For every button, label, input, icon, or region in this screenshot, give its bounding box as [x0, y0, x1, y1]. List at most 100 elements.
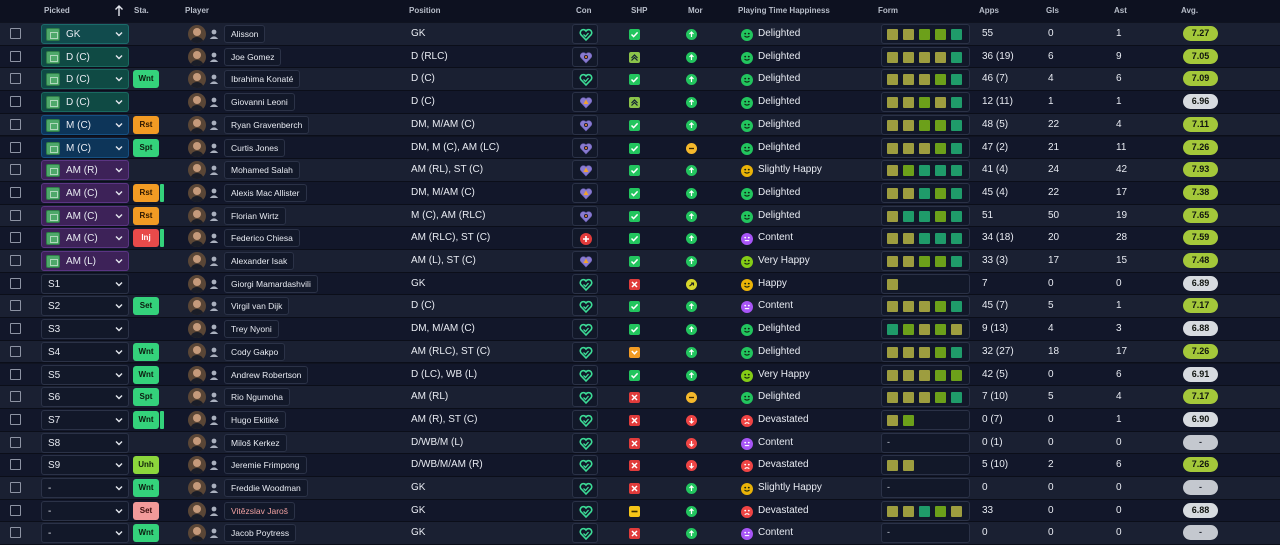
picked-dropdown[interactable]: S9 — [41, 455, 129, 476]
status-badge[interactable]: Wnt — [133, 342, 159, 361]
avatar[interactable] — [188, 93, 206, 112]
avatar[interactable] — [188, 479, 206, 497]
player-info-icon[interactable] — [208, 164, 220, 176]
status-badge[interactable]: Wnt — [133, 479, 159, 497]
table-row[interactable]: S6 Spt Rio Ngumoha AM (RL) Delighted 7 (10) 5 4… — [0, 386, 1280, 409]
select-checkbox[interactable] — [10, 391, 21, 403]
player-name[interactable]: Hugo Ekitiké — [224, 410, 286, 429]
player-name[interactable]: Florian Wirtz — [224, 206, 286, 225]
form-cell[interactable] — [881, 228, 970, 249]
table-row[interactable]: S7 Wnt Hugo Ekitiké AM (R), ST (C) Devastate… — [0, 408, 1280, 432]
table-row[interactable]: M (C) Spt Curtis Jones DM, M (C), AM (LC) De… — [0, 136, 1280, 160]
select-checkbox[interactable] — [10, 323, 21, 335]
select-checkbox[interactable] — [10, 141, 21, 153]
avatar[interactable] — [188, 183, 206, 202]
player-info-icon[interactable] — [208, 482, 220, 494]
table-row[interactable]: S9 Unh Jeremie Frimpong D/WB/M/AM (R) Devast… — [0, 454, 1280, 477]
condition-cell[interactable] — [572, 500, 598, 521]
avatar[interactable] — [188, 161, 206, 180]
condition-cell[interactable] — [572, 24, 598, 44]
avatar[interactable] — [188, 25, 206, 43]
select-checkbox[interactable] — [10, 73, 21, 85]
table-row[interactable]: AM (R) Mohamed Salah AM (RL), ST (C) Slight… — [0, 159, 1280, 182]
table-row[interactable]: S2 Set Virgil van Dijk D (C) Content 45 (7) 5 1… — [0, 295, 1280, 319]
player-name[interactable]: Giovanni Leoni — [224, 93, 295, 112]
status-badge[interactable]: Unh — [133, 456, 159, 475]
table-row[interactable]: S4 Wnt Cody Gakpo AM (RLC), ST (C) Delighted… — [0, 340, 1280, 364]
avatar[interactable] — [188, 70, 206, 89]
picked-dropdown[interactable]: - — [41, 478, 129, 498]
form-cell[interactable] — [881, 160, 970, 181]
select-checkbox[interactable] — [10, 413, 21, 425]
picked-dropdown[interactable]: AM (C) — [41, 205, 129, 226]
select-checkbox[interactable] — [10, 459, 21, 471]
player-info-icon[interactable] — [208, 142, 220, 154]
table-row[interactable]: - Wnt Freddie Woodman GK Slightly Happy - 0 0 0 - — [0, 477, 1280, 500]
picked-dropdown[interactable]: S3 — [41, 319, 129, 340]
player-info-icon[interactable] — [208, 391, 220, 403]
picked-dropdown[interactable]: S8 — [41, 432, 129, 453]
picked-dropdown[interactable]: M (C) — [41, 114, 129, 135]
col-ast[interactable]: Ast — [1114, 6, 1127, 15]
table-row[interactable]: D (C) Giovanni Leoni D (C) Delighted 12 (11)… — [0, 91, 1280, 114]
col-picked[interactable]: Picked — [44, 6, 70, 15]
picked-dropdown[interactable]: D (C) — [41, 69, 129, 90]
status-badge[interactable]: Wnt — [133, 70, 159, 89]
table-row[interactable]: GK Alisson GK Delighted 55 0 1 7.27 — [0, 23, 1280, 46]
player-name[interactable]: Alexander Isak — [224, 252, 295, 270]
picked-dropdown[interactable]: AM (C) — [41, 228, 129, 249]
avatar[interactable] — [188, 47, 206, 66]
player-info-icon[interactable] — [208, 210, 220, 222]
select-checkbox[interactable] — [10, 96, 21, 108]
picked-dropdown[interactable]: S7 — [41, 409, 129, 430]
col-form[interactable]: Form — [878, 6, 898, 15]
player-info-icon[interactable] — [208, 300, 220, 312]
player-name[interactable]: Ibrahima Konaté — [224, 70, 301, 89]
picked-dropdown[interactable]: - — [41, 523, 129, 544]
table-row[interactable]: AM (C) Rst Florian Wirtz M (C), AM (RLC) Del… — [0, 204, 1280, 228]
avatar[interactable] — [188, 115, 206, 134]
player-name[interactable]: Rio Ngumoha — [224, 388, 290, 407]
avatar[interactable] — [188, 252, 206, 270]
picked-dropdown[interactable]: D (C) — [41, 46, 129, 67]
form-cell[interactable] — [881, 319, 970, 340]
select-checkbox[interactable] — [10, 164, 21, 176]
player-name[interactable]: Miloš Kerkez — [224, 433, 287, 452]
condition-cell[interactable] — [572, 319, 598, 340]
col-sta[interactable]: Sta. — [134, 6, 149, 15]
picked-dropdown[interactable]: M (C) — [41, 137, 129, 158]
col-happiness[interactable]: Playing Time Happiness — [738, 6, 830, 15]
table-row[interactable]: S1 Giorgi Mamardashvili GK Happy 7 0 0 6.89 — [0, 272, 1280, 296]
avatar[interactable] — [188, 297, 206, 316]
form-cell[interactable] — [881, 69, 970, 90]
condition-cell[interactable] — [572, 69, 598, 90]
col-player[interactable]: Player — [185, 6, 209, 15]
select-checkbox[interactable] — [10, 436, 21, 448]
player-info-icon[interactable] — [208, 346, 220, 358]
form-cell[interactable]: - — [881, 523, 970, 544]
status-badge[interactable]: Rst — [133, 115, 159, 134]
player-info-icon[interactable] — [208, 278, 220, 290]
player-name[interactable]: Cody Gakpo — [224, 342, 286, 361]
status-badge[interactable]: Wnt — [133, 524, 159, 543]
avatar[interactable] — [188, 138, 206, 157]
player-info-icon[interactable] — [208, 51, 220, 63]
condition-cell[interactable] — [572, 273, 598, 294]
select-checkbox[interactable] — [10, 527, 21, 539]
form-cell[interactable] — [881, 341, 970, 362]
table-row[interactable]: AM (C) Rst Alexis Mac Allister DM, M/AM (C)… — [0, 181, 1280, 205]
select-checkbox[interactable] — [10, 28, 21, 39]
status-badge[interactable]: Wnt — [133, 410, 159, 429]
condition-cell[interactable] — [572, 251, 598, 271]
condition-cell[interactable] — [572, 409, 598, 430]
condition-cell[interactable] — [572, 92, 598, 113]
avatar[interactable] — [188, 320, 206, 339]
col-shp[interactable]: SHP — [631, 6, 647, 15]
picked-dropdown[interactable]: AM (C) — [41, 182, 129, 203]
table-row[interactable]: S5 Wnt Andrew Robertson D (LC), WB (L) Very … — [0, 363, 1280, 387]
player-info-icon[interactable] — [208, 73, 220, 85]
col-con[interactable]: Con — [576, 6, 592, 15]
select-checkbox[interactable] — [10, 368, 21, 380]
form-cell[interactable] — [881, 251, 970, 271]
avatar[interactable] — [188, 229, 206, 248]
